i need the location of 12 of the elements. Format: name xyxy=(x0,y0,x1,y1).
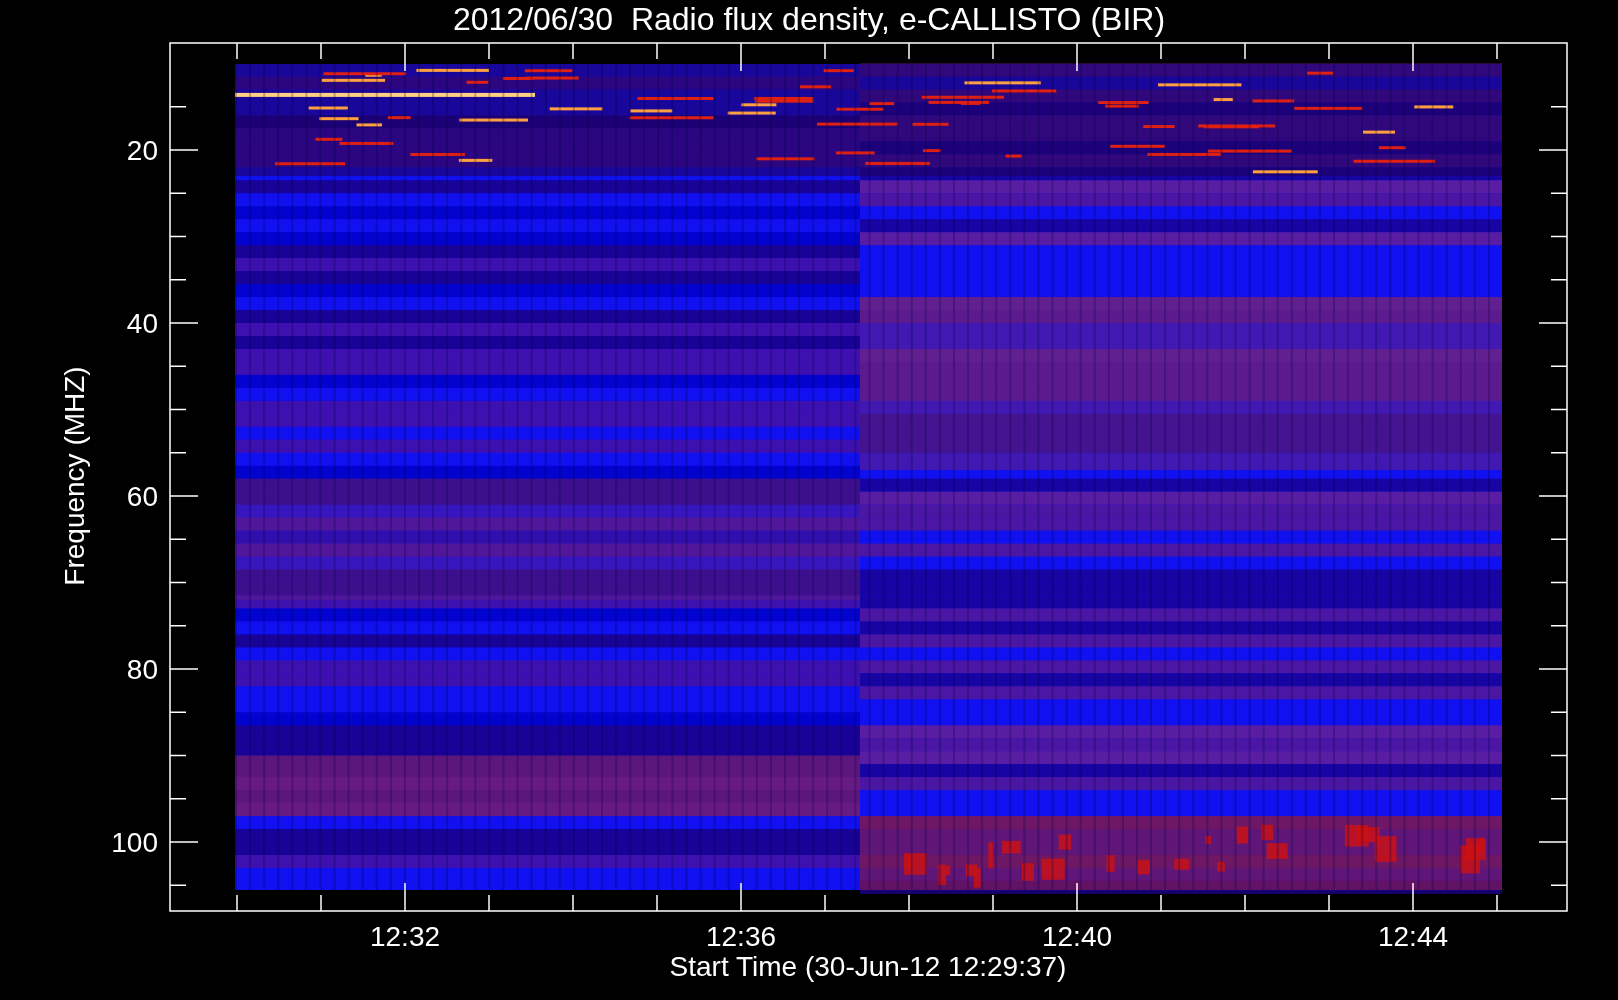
x-tick-label: 12:32 xyxy=(369,921,441,952)
y-axis-label: Frequency (MHZ) xyxy=(59,366,90,586)
y-tick-label: 40 xyxy=(126,308,158,339)
chart-title: 2012/06/30 Radio flux density, e-CALLISTO (BIR) xyxy=(452,1,1166,37)
y-tick-label: 60 xyxy=(126,481,158,512)
y-tick-label: 20 xyxy=(126,135,158,166)
x-tick-label: 12:44 xyxy=(1377,921,1449,952)
x-tick-label: 12:40 xyxy=(1041,921,1113,952)
x-axis-label: Start Time (30-Jun-12 12:29:37) xyxy=(669,951,1067,982)
x-tick-label: 12:36 xyxy=(705,921,777,952)
y-tick-label: 100 xyxy=(111,827,158,858)
y-tick-label: 80 xyxy=(126,654,158,685)
